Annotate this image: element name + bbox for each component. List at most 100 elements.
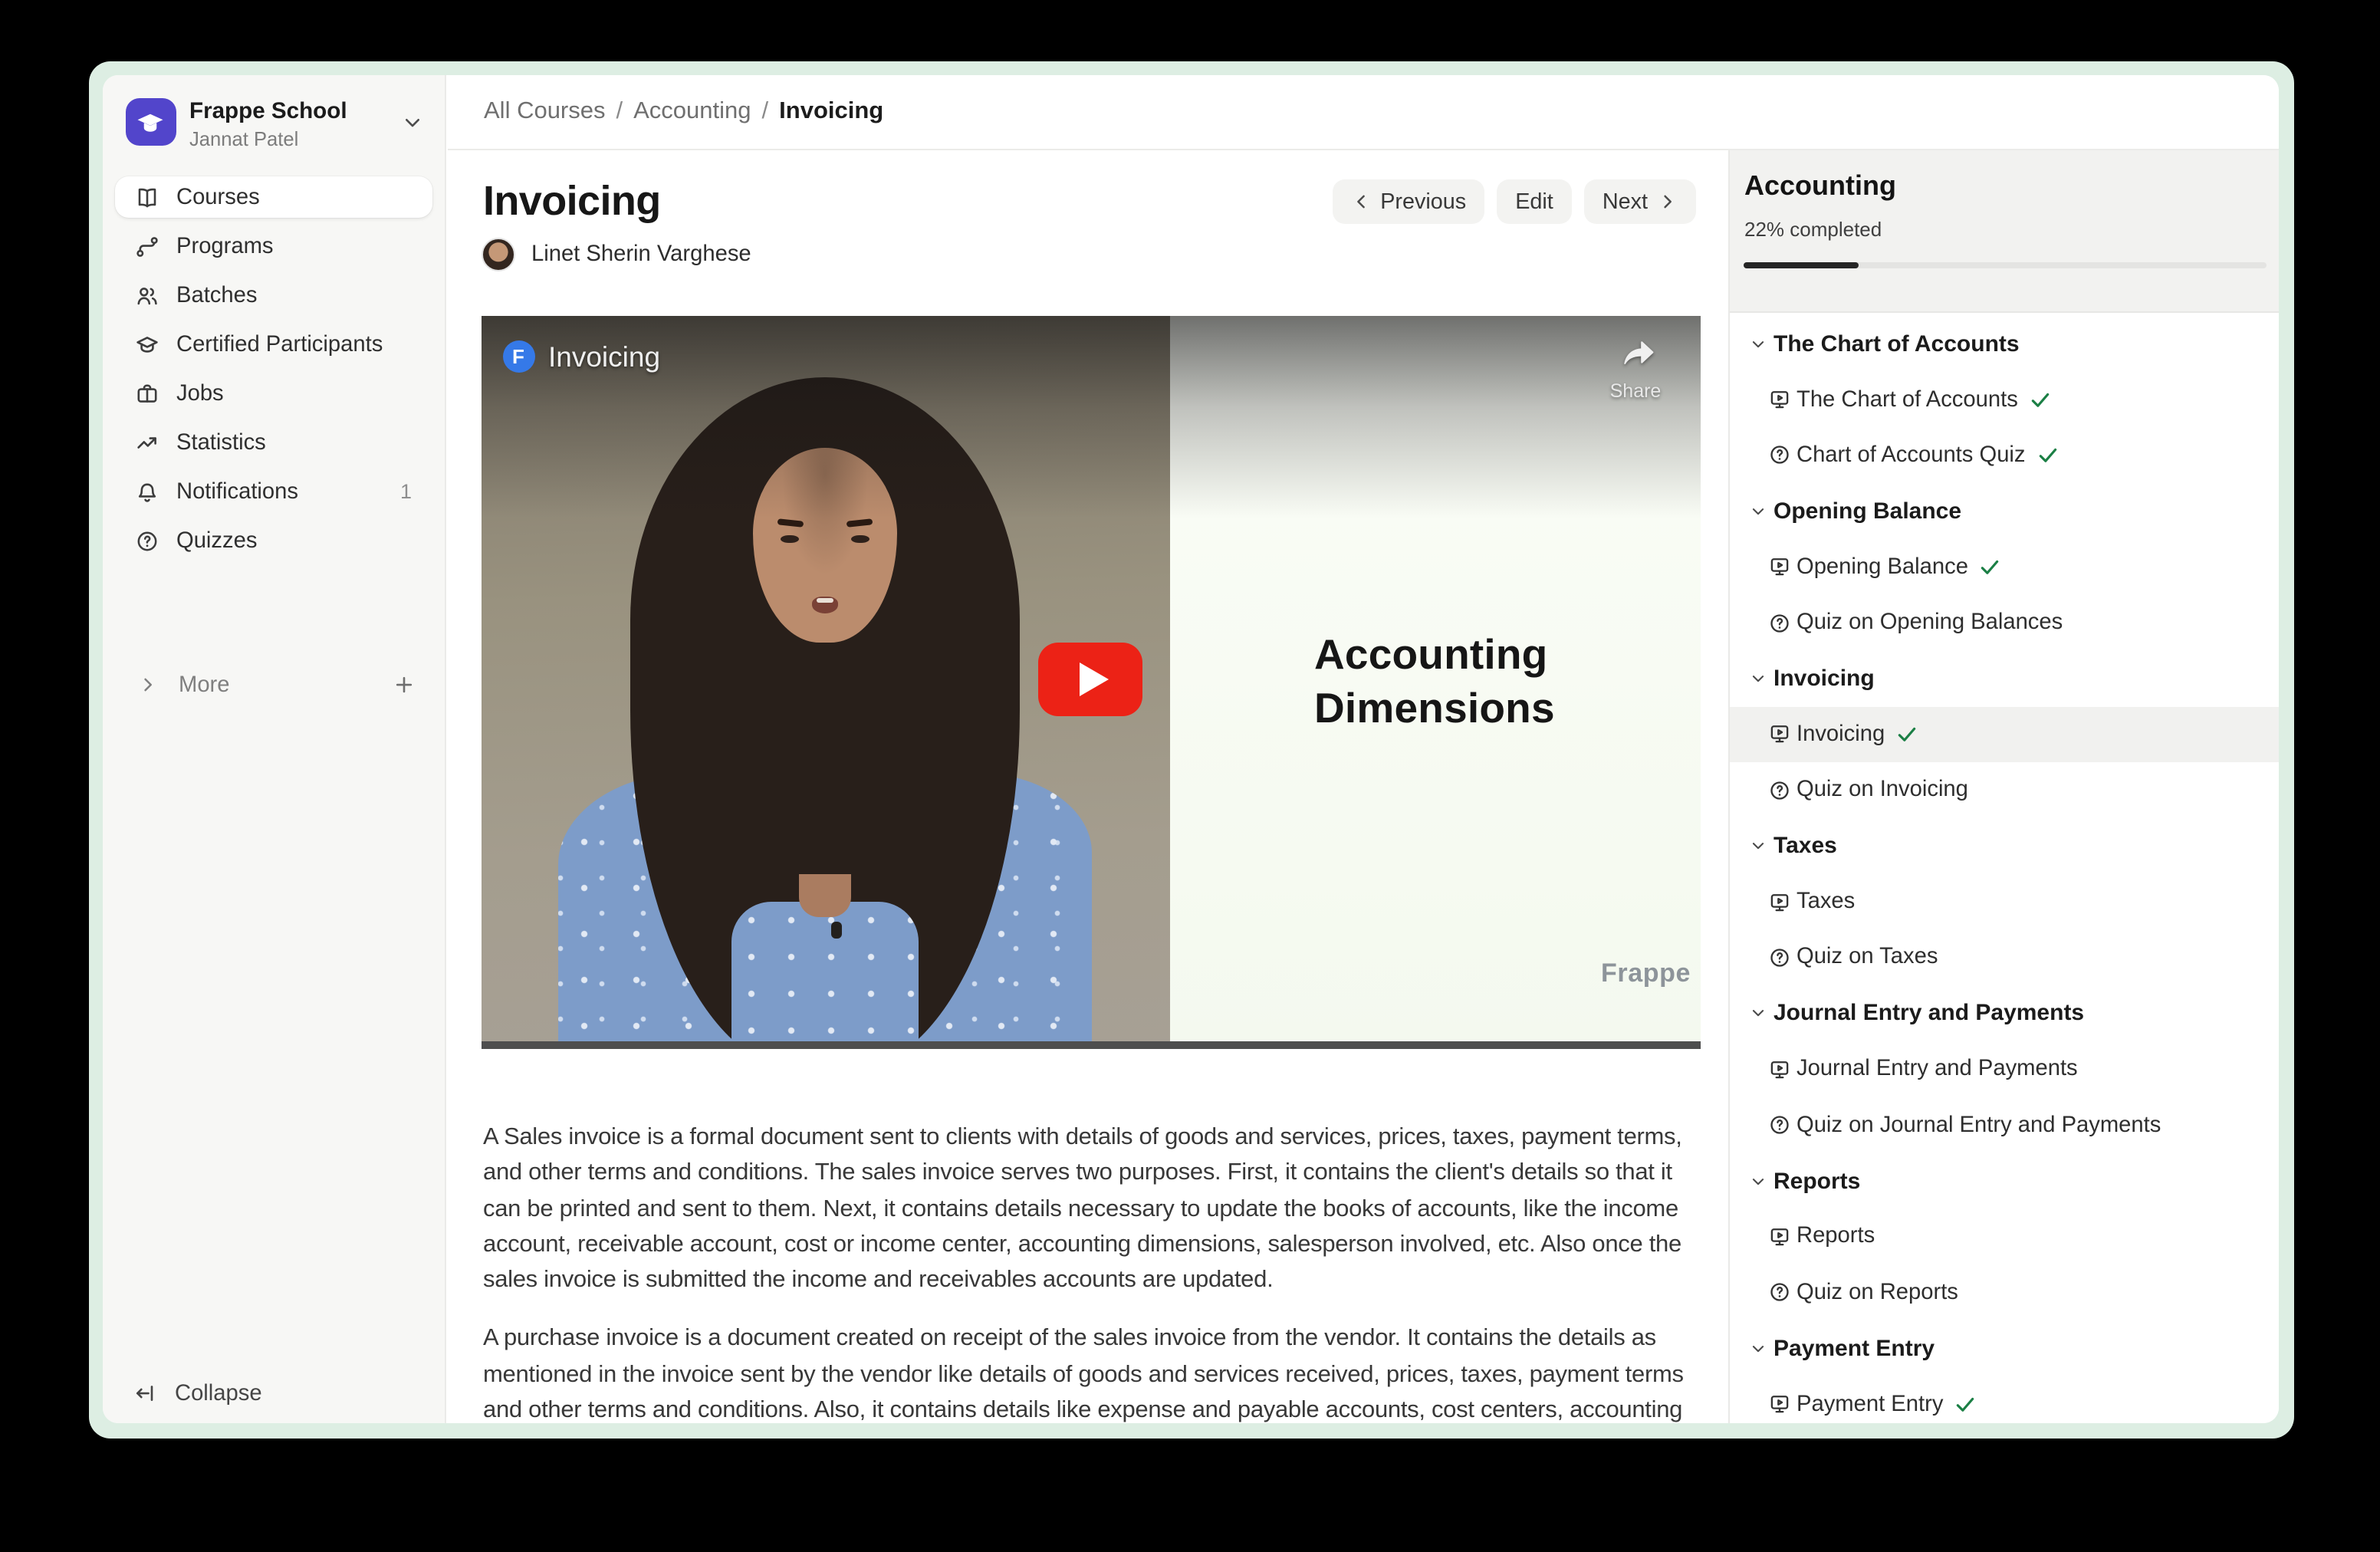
- book-icon: [134, 185, 159, 209]
- sidebar-item-label: Jobs: [176, 381, 224, 406]
- outline-item-quiz[interactable]: Quiz on Journal Entry and Payments: [1730, 1097, 2279, 1153]
- chevron-down-icon: [1750, 1340, 1767, 1356]
- sidebar-item-batches[interactable]: Batches: [114, 275, 432, 316]
- outline-item-label: The Chart of Accounts: [1797, 387, 2018, 412]
- video-lesson-icon: [1768, 1058, 1791, 1081]
- breadcrumb-separator: /: [762, 98, 769, 126]
- video-player[interactable]: Accounting Dimensions Frappe F Invoicing…: [481, 315, 1700, 1048]
- outline-item-quiz[interactable]: Quiz on Reports: [1730, 1264, 2279, 1320]
- sidebar-item-label: Statistics: [176, 430, 266, 455]
- presenter-eye: [852, 534, 870, 543]
- sidebar-collapse-button[interactable]: Collapse: [133, 1381, 262, 1406]
- outline-item-video[interactable]: Taxes: [1730, 874, 2279, 930]
- chevron-down-icon: [1750, 1005, 1767, 1022]
- sidebar-item-certified-participants[interactable]: Certified Participants: [114, 324, 432, 365]
- outline-item-video[interactable]: Journal Entry and Payments: [1730, 1041, 2279, 1097]
- outline-item-video[interactable]: Payment Entry: [1730, 1376, 2279, 1422]
- quiz-icon: [1768, 611, 1791, 634]
- outline-item-video[interactable]: Reports: [1730, 1209, 2279, 1265]
- outline-item-label: Quiz on Opening Balances: [1797, 610, 2063, 635]
- sidebar-item-jobs[interactable]: Jobs: [114, 373, 432, 414]
- edit-button[interactable]: Edit: [1497, 179, 1572, 224]
- workspace-name: Frappe School: [189, 100, 347, 124]
- frappe-school-logo: [125, 98, 176, 146]
- video-title[interactable]: Invoicing: [548, 340, 660, 373]
- more-label: More: [179, 672, 230, 697]
- workspace-switcher[interactable]: Frappe School Jannat Patel: [125, 98, 429, 150]
- channel-avatar[interactable]: F: [502, 340, 534, 373]
- outline-section-reports[interactable]: Reports: [1730, 1153, 2279, 1209]
- outline-section-chart-of-accounts[interactable]: The Chart of Accounts: [1730, 316, 2279, 372]
- sidebar-item-label: Notifications: [176, 479, 298, 504]
- video-title-row: F Invoicing: [502, 340, 660, 373]
- author-avatar: [481, 238, 514, 271]
- breadcrumb-accounting[interactable]: Accounting: [633, 98, 751, 126]
- outline-section-taxes[interactable]: Taxes: [1730, 818, 2279, 874]
- video-lesson-icon: [1768, 556, 1791, 579]
- outline-item-label: Chart of Accounts Quiz: [1797, 443, 2026, 468]
- sidebar-item-notifications[interactable]: Notifications 1: [114, 471, 432, 512]
- plus-icon[interactable]: [392, 673, 415, 696]
- sidebar-item-label: Quizzes: [176, 528, 257, 553]
- graduation-cap-logo-icon: [132, 104, 169, 140]
- outline-item-quiz[interactable]: Quiz on Invoicing: [1730, 762, 2279, 818]
- outline-item-quiz[interactable]: Quiz on Taxes: [1730, 930, 2279, 986]
- slide-title: Accounting Dimensions: [1314, 626, 1555, 735]
- presenter-neck: [800, 873, 852, 916]
- previous-label: Previous: [1380, 189, 1466, 214]
- progress-bar-fill: [1744, 261, 1859, 268]
- sidebar-item-programs[interactable]: Programs: [114, 225, 432, 267]
- chevron-left-icon: [1351, 192, 1371, 212]
- share-icon: [1617, 338, 1654, 367]
- video-lesson-icon: [1768, 723, 1791, 746]
- users-icon: [134, 283, 159, 307]
- breadcrumb-all-courses[interactable]: All Courses: [484, 98, 606, 126]
- outline-item-video[interactable]: Opening Balance: [1730, 539, 2279, 595]
- lesson-article: A Sales invoice is a formal document sen…: [483, 1120, 1713, 1422]
- sidebar-nav: Courses Programs Batches Certified Parti…: [114, 176, 432, 561]
- chevron-down-icon: [401, 112, 422, 133]
- chevron-right-icon: [1657, 192, 1677, 212]
- sidebar-item-label: Batches: [176, 283, 257, 307]
- outline-item-video[interactable]: The Chart of Accounts: [1730, 372, 2279, 428]
- sidebar-item-statistics[interactable]: Statistics: [114, 422, 432, 463]
- youtube-play-button[interactable]: [1038, 642, 1142, 715]
- page-header: All Courses / Accounting / Invoicing: [447, 75, 2279, 150]
- outline-item-label: Quiz on Journal Entry and Payments: [1797, 1113, 2161, 1137]
- lavalier-mic: [832, 921, 843, 938]
- paragraph: A Sales invoice is a formal document sen…: [483, 1120, 1713, 1298]
- share-button[interactable]: Share: [1600, 338, 1671, 401]
- section-title: The Chart of Accounts: [1773, 330, 2020, 357]
- outline-item-label: Taxes: [1797, 889, 1855, 914]
- outline-item-quiz[interactable]: Quiz on Opening Balances: [1730, 595, 2279, 651]
- course-progress-text: 22% completed: [1744, 218, 1882, 241]
- previous-button[interactable]: Previous: [1333, 179, 1484, 224]
- presenter-chest: [732, 901, 919, 1048]
- sidebar-item-quizzes[interactable]: Quizzes: [114, 520, 432, 561]
- quiz-icon: [1768, 1113, 1791, 1136]
- paragraph: A purchase invoice is a document created…: [483, 1321, 1713, 1422]
- outline-item-quiz[interactable]: Chart of Accounts Quiz: [1730, 428, 2279, 484]
- presenter-eye: [781, 534, 800, 543]
- page-title: Invoicing: [483, 178, 661, 225]
- lesson-nav-buttons: Previous Edit Next: [1333, 179, 1695, 224]
- next-button[interactable]: Next: [1584, 179, 1695, 224]
- outline-section-journal-entry[interactable]: Journal Entry and Payments: [1730, 985, 2279, 1041]
- slide-title-line2: Dimensions: [1314, 681, 1555, 735]
- outline-section-invoicing[interactable]: Invoicing: [1730, 651, 2279, 707]
- frappe-watermark: Frappe: [1601, 958, 1691, 988]
- course-title: Accounting: [1744, 170, 1896, 202]
- outline-item-video-active[interactable]: Invoicing: [1730, 706, 2279, 762]
- video-lesson-icon: [1768, 890, 1791, 913]
- sidebar-item-label: Courses: [176, 185, 260, 209]
- sidebar-more-toggle[interactable]: More: [114, 664, 432, 705]
- outline-item-label: Journal Entry and Payments: [1797, 1057, 2078, 1082]
- outline-item-label: Payment Entry: [1797, 1392, 1943, 1416]
- outline-item-label: Quiz on Reports: [1797, 1281, 1958, 1305]
- section-title: Invoicing: [1773, 666, 1875, 692]
- left-sidebar: Frappe School Jannat Patel Courses Progr…: [103, 75, 445, 1422]
- outline-section-opening-balance[interactable]: Opening Balance: [1730, 483, 2279, 539]
- sidebar-item-courses[interactable]: Courses: [114, 176, 432, 218]
- bell-icon: [134, 479, 159, 504]
- outline-section-payment-entry[interactable]: Payment Entry: [1730, 1320, 2279, 1376]
